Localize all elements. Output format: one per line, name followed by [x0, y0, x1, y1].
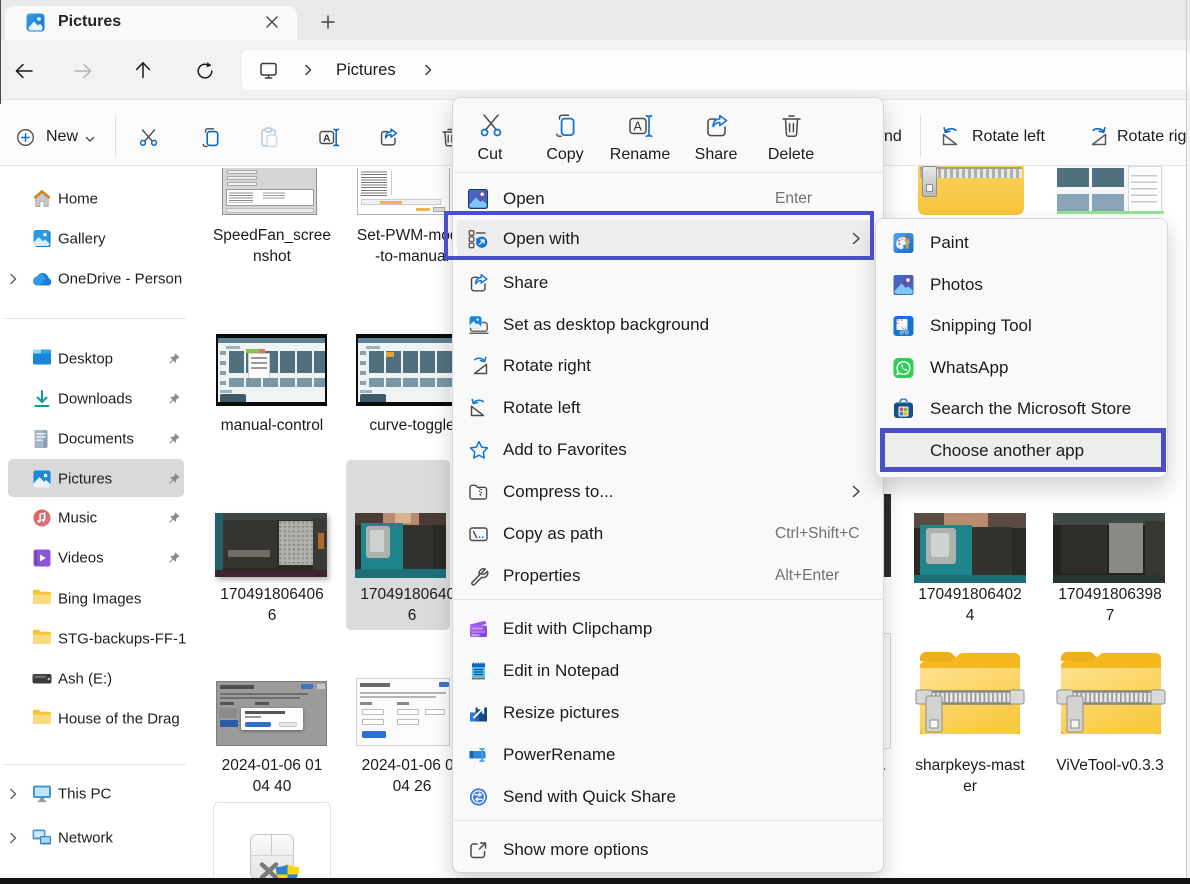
- svg-text:A: A: [323, 133, 331, 145]
- svg-text:A: A: [634, 120, 643, 134]
